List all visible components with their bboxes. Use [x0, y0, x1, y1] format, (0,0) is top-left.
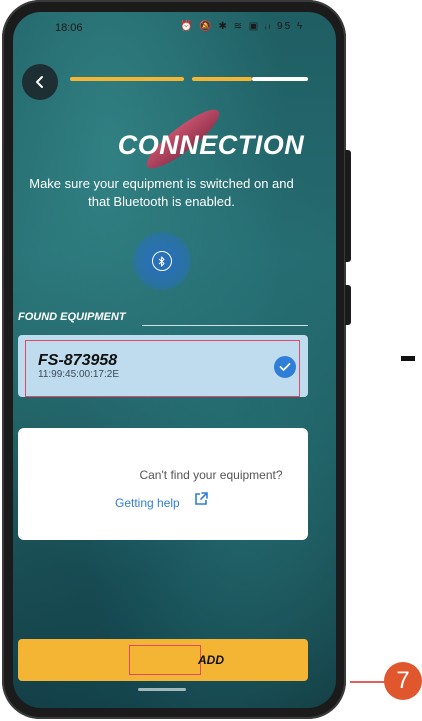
home-indicator — [138, 688, 186, 691]
check-circle-icon — [274, 356, 296, 378]
section-divider — [142, 325, 308, 326]
status-bar: 18:06 ⏰ 🔕 ✱ ≋ ▣ ᵢₗ 95 ϟ — [0, 0, 422, 34]
getting-help-link[interactable]: Getting help — [115, 496, 180, 510]
phone-side-button — [345, 150, 351, 262]
annotation-connector — [350, 681, 386, 683]
external-link-icon[interactable] — [193, 491, 209, 507]
bluetooth-icon — [152, 251, 172, 271]
found-equipment-heading: FOUND EQUIPMENT — [18, 311, 126, 323]
phone-side-button — [345, 285, 351, 325]
device-name: FS-873958 — [38, 352, 118, 369]
add-button-label: ADD — [198, 653, 224, 667]
progress-step-1 — [70, 77, 184, 81]
page-subtitle: Make sure your equipment is switched on … — [29, 176, 294, 209]
progress-step-2-remaining — [252, 77, 308, 81]
step-number-badge: 7 — [384, 662, 422, 700]
annotation-dash — [401, 356, 415, 361]
bluetooth-indicator — [133, 232, 191, 290]
help-card — [18, 428, 308, 540]
progress-step-2-filled — [192, 77, 252, 81]
page-title: CONNECTION — [117, 130, 305, 160]
status-time: 18:06 — [55, 22, 83, 34]
status-icons: ⏰ 🔕 ✱ ≋ ▣ ᵢₗ 95 ϟ — [180, 21, 305, 32]
chevron-left-icon — [36, 76, 43, 88]
help-question: Can't find your equipment? — [139, 468, 283, 482]
device-mac-address: 11:99:45:00:17:2E — [38, 369, 119, 380]
back-button[interactable] — [22, 64, 58, 100]
